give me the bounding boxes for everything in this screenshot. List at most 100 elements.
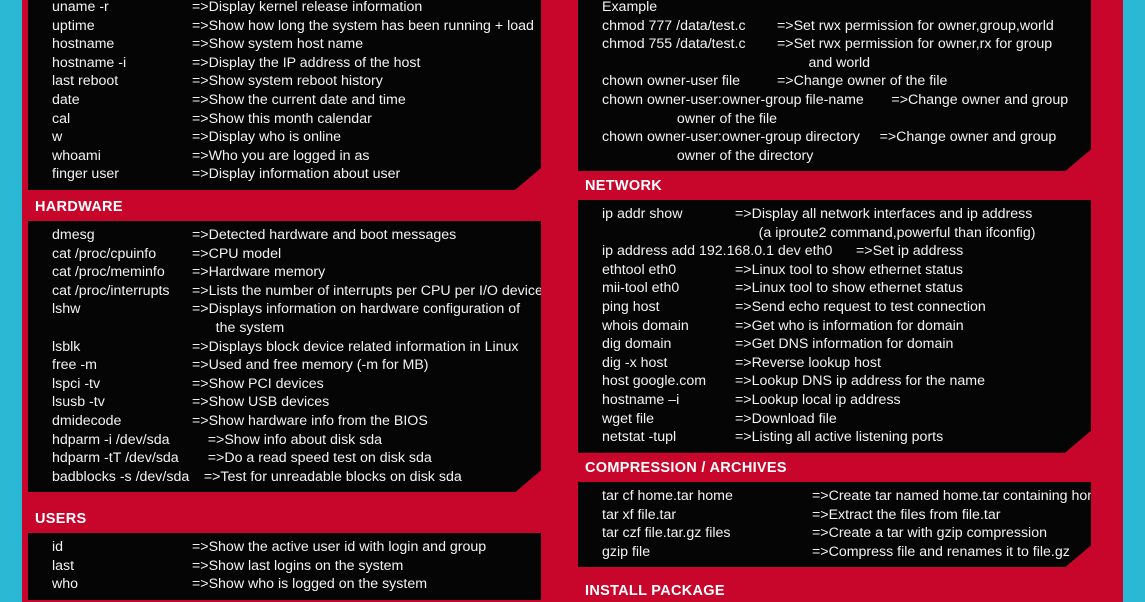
table-row: owner of the file <box>578 110 1091 129</box>
table-row: dmidecode =>Show hardware info from the … <box>28 412 541 431</box>
description-text: =>Displays block device related informat… <box>192 338 519 355</box>
command-text: finger user <box>52 166 120 183</box>
description-text: =>Show the active user id with login and… <box>192 539 487 555</box>
table-row: tar cf home.tar home =>Create tar named … <box>578 487 1091 506</box>
command-text: last <box>52 557 75 574</box>
command-text: hostname –i <box>602 391 680 408</box>
table-row: netstat -tupl =>Listing all active liste… <box>578 428 1091 447</box>
description-text: =>Detected hardware and boot messages <box>192 227 457 243</box>
description-text: =>Get DNS information for domain <box>735 336 954 353</box>
description-text: the system <box>192 319 285 336</box>
description-text: =>Lookup DNS ip address for the name <box>735 373 986 390</box>
table-row: ip address add 192.168.0.1 dev eth0 =>Se… <box>578 242 1091 261</box>
example-title-row: Example <box>578 0 1091 17</box>
command-text: dmesg <box>52 227 95 243</box>
table-row: id =>Show the active user id with login … <box>28 538 541 557</box>
command-text: w <box>52 129 63 146</box>
table-row: w =>Display who is online <box>28 128 541 147</box>
description-text: =>Who you are logged in as <box>192 147 370 164</box>
cheatsheet-page: uname -r =>Display kernel release inform… <box>0 0 1145 602</box>
table-row: lsusb -tv =>Show USB devices <box>28 393 541 412</box>
command-text: chown owner-user:owner-group directory <box>602 129 860 146</box>
table-row: whoami =>Who you are logged in as <box>28 147 541 166</box>
command-text: ip addr show <box>602 206 683 222</box>
table-row: chmod 777 /data/test.c =>Set rwx permiss… <box>578 17 1091 36</box>
command-text: chown owner-user file <box>602 73 740 90</box>
compression-panel: tar cf home.tar home =>Create tar named … <box>578 482 1091 567</box>
description-text: and world <box>777 54 871 71</box>
table-row: uname -r =>Display kernel release inform… <box>28 0 541 17</box>
command-text: lsusb -tv <box>52 394 105 411</box>
example-title: Example <box>602 0 658 15</box>
example-panel: Example chmod 777 /data/test.c =>Set rwx… <box>578 0 1091 171</box>
table-row: gzip file =>Compress file and renames it… <box>578 543 1091 562</box>
command-text: mii-tool eth0 <box>602 280 680 297</box>
command-text: id <box>52 539 64 555</box>
table-row: wget file =>Download file <box>578 410 1091 429</box>
section-header-hardware: HARDWARE <box>22 194 559 221</box>
command-text: ping host <box>602 298 660 315</box>
command-text: gzip file <box>602 543 651 560</box>
description-text: =>Extract the files from file.tar <box>812 506 1001 523</box>
section-compression: COMPRESSION / ARCHIVES tar cf home.tar h… <box>572 455 1109 567</box>
command-text: date <box>52 91 80 108</box>
command-text: cat /proc/interrupts <box>52 282 170 299</box>
description-text: =>Show USB devices <box>192 394 330 411</box>
command-text: chown owner-user:owner-group file-name <box>602 91 864 108</box>
description-text: owner of the file <box>602 110 778 127</box>
description-text: =>Get who is information for domain <box>735 317 964 334</box>
section-network: NETWORK ip addr show =>Display all netwo… <box>572 173 1109 453</box>
section-header-network: NETWORK <box>572 173 1109 200</box>
table-row: last reboot =>Show system reboot history <box>28 72 541 91</box>
command-text: netstat -tupl <box>602 429 677 446</box>
description-text: =>Test for unreadable blocks on disk sda <box>192 468 462 485</box>
command-text: cal <box>52 110 71 127</box>
table-row: chmod 755 /data/test.c =>Set rwx permiss… <box>578 35 1091 54</box>
command-text: hdparm -i /dev/sda <box>52 431 170 448</box>
table-row: and world <box>578 54 1091 73</box>
system-panel: uname -r =>Display kernel release inform… <box>28 0 541 190</box>
table-row: whois domain =>Get who is information fo… <box>578 317 1091 336</box>
command-text: ethtool eth0 <box>602 261 677 278</box>
command-text: whoami <box>52 147 101 164</box>
table-row: lshw =>Displays information on hardware … <box>28 300 541 319</box>
description-text: =>Create tar named home.tar containing h… <box>812 488 1111 504</box>
command-text: cat /proc/meminfo <box>52 264 165 281</box>
description-text: =>Used and free memory (-m for MB) <box>192 357 429 374</box>
description-text: =>Show the current date and time <box>192 91 406 108</box>
users-panel: id =>Show the active user id with login … <box>28 533 541 600</box>
description-text: =>Compress file and renames it to file.g… <box>812 543 1070 560</box>
command-text: lsblk <box>52 338 81 355</box>
table-row: hostname -i =>Display the IP address of … <box>28 54 541 73</box>
description-text: =>Show PCI devices <box>192 375 324 392</box>
table-row: date =>Show the current date and time <box>28 91 541 110</box>
section-header-install-package: INSTALL PACKAGE <box>572 578 1109 602</box>
command-text: who <box>52 576 79 593</box>
command-text: hostname -i <box>52 54 127 71</box>
table-row: ip addr show =>Display all network inter… <box>578 205 1091 224</box>
description-text: =>Lookup local ip address <box>735 391 901 408</box>
table-row: the system <box>28 319 541 338</box>
command-text: last reboot <box>52 73 119 90</box>
table-row: dig -x host =>Reverse lookup host <box>578 354 1091 373</box>
left-cyan-strip <box>0 0 22 602</box>
section-hardware: HARDWARE dmesg =>Detected hardware and b… <box>22 194 559 492</box>
description-text: =>Show system reboot history <box>192 73 383 90</box>
command-text: whois domain <box>602 317 689 334</box>
description-text: =>Linux tool to show ethernet status <box>735 280 963 297</box>
section-header-compression: COMPRESSION / ARCHIVES <box>572 455 1109 482</box>
description-text: =>Show system host name <box>192 36 364 53</box>
table-row: lsblk =>Displays block device related in… <box>28 338 541 357</box>
description-text: owner of the directory <box>602 147 814 164</box>
table-row: hostname –i =>Lookup local ip address <box>578 391 1091 410</box>
description-text: =>Send echo request to test connection <box>735 298 986 315</box>
table-row: free -m =>Used and free memory (-m for M… <box>28 356 541 375</box>
description-text: =>Set ip address <box>832 243 964 260</box>
table-row: hostname =>Show system host name <box>28 35 541 54</box>
description-text: =>Display who is online <box>192 129 342 146</box>
description-text: =>Display all network interfaces and ip … <box>735 206 1033 222</box>
table-row: (a iproute2 command,powerful than ifconf… <box>578 224 1091 243</box>
table-row: uptime =>Show how long the system has be… <box>28 17 541 36</box>
command-text: lspci -tv <box>52 375 101 392</box>
table-row: ethtool eth0 =>Linux tool to show ethern… <box>578 261 1091 280</box>
